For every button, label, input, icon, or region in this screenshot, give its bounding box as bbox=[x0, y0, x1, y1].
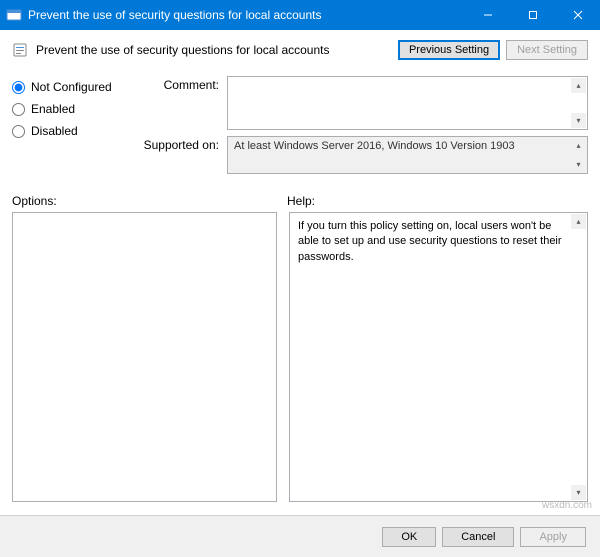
previous-setting-button[interactable]: Previous Setting bbox=[398, 40, 500, 60]
fields-column: Comment: ▴ ▾ Supported on: At least Wind… bbox=[137, 76, 588, 180]
supported-label: Supported on: bbox=[137, 136, 227, 174]
policy-icon bbox=[12, 42, 28, 58]
chevron-down-icon[interactable]: ▾ bbox=[571, 157, 586, 172]
comment-textarea[interactable]: ▴ ▾ bbox=[227, 76, 588, 130]
titlebar: Prevent the use of security questions fo… bbox=[0, 0, 600, 30]
cancel-button[interactable]: Cancel bbox=[442, 527, 514, 547]
window-title: Prevent the use of security questions fo… bbox=[28, 8, 465, 22]
nav-buttons: Previous Setting Next Setting bbox=[398, 40, 588, 60]
options-label: Options: bbox=[12, 194, 287, 208]
header-row: Prevent the use of security questions fo… bbox=[12, 40, 588, 60]
apply-button: Apply bbox=[520, 527, 586, 547]
chevron-up-icon[interactable]: ▴ bbox=[571, 138, 586, 153]
options-panel bbox=[12, 212, 277, 502]
supported-on-field: At least Windows Server 2016, Windows 10… bbox=[227, 136, 588, 174]
panel-labels-row: Options: Help: bbox=[12, 194, 588, 208]
radio-disabled-label: Disabled bbox=[31, 124, 78, 138]
comment-label: Comment: bbox=[137, 76, 227, 130]
window-icon bbox=[6, 7, 22, 23]
chevron-down-icon[interactable]: ▾ bbox=[571, 113, 586, 128]
watermark: wsxdn.com bbox=[542, 500, 592, 511]
content-area: Prevent the use of security questions fo… bbox=[0, 30, 600, 512]
close-button[interactable] bbox=[555, 0, 600, 30]
comment-row: Comment: ▴ ▾ bbox=[137, 76, 588, 130]
policy-title: Prevent the use of security questions fo… bbox=[36, 43, 390, 57]
radio-not-configured[interactable]: Not Configured bbox=[12, 80, 137, 94]
chevron-up-icon[interactable]: ▴ bbox=[571, 78, 586, 93]
radio-not-configured-input[interactable] bbox=[12, 81, 25, 94]
minimize-button[interactable] bbox=[465, 0, 510, 30]
state-radios: Not Configured Enabled Disabled bbox=[12, 76, 137, 180]
window-controls bbox=[465, 0, 600, 30]
chevron-down-icon[interactable]: ▾ bbox=[571, 485, 586, 500]
chevron-up-icon[interactable]: ▴ bbox=[571, 214, 586, 229]
next-setting-button: Next Setting bbox=[506, 40, 588, 60]
supported-on-value: At least Windows Server 2016, Windows 10… bbox=[234, 140, 515, 152]
help-label: Help: bbox=[287, 194, 315, 208]
radio-disabled-input[interactable] bbox=[12, 125, 25, 138]
radio-enabled-input[interactable] bbox=[12, 103, 25, 116]
panels-row: If you turn this policy setting on, loca… bbox=[12, 212, 588, 502]
config-row: Not Configured Enabled Disabled Comment:… bbox=[12, 76, 588, 180]
help-text: If you turn this policy setting on, loca… bbox=[298, 220, 562, 263]
supported-row: Supported on: At least Windows Server 20… bbox=[137, 136, 588, 174]
dialog-button-bar: OK Cancel Apply bbox=[0, 515, 600, 557]
radio-not-configured-label: Not Configured bbox=[31, 80, 112, 94]
radio-enabled-label: Enabled bbox=[31, 102, 75, 116]
radio-disabled[interactable]: Disabled bbox=[12, 124, 137, 138]
ok-button[interactable]: OK bbox=[382, 527, 436, 547]
maximize-button[interactable] bbox=[510, 0, 555, 30]
help-panel: If you turn this policy setting on, loca… bbox=[289, 212, 588, 502]
radio-enabled[interactable]: Enabled bbox=[12, 102, 137, 116]
